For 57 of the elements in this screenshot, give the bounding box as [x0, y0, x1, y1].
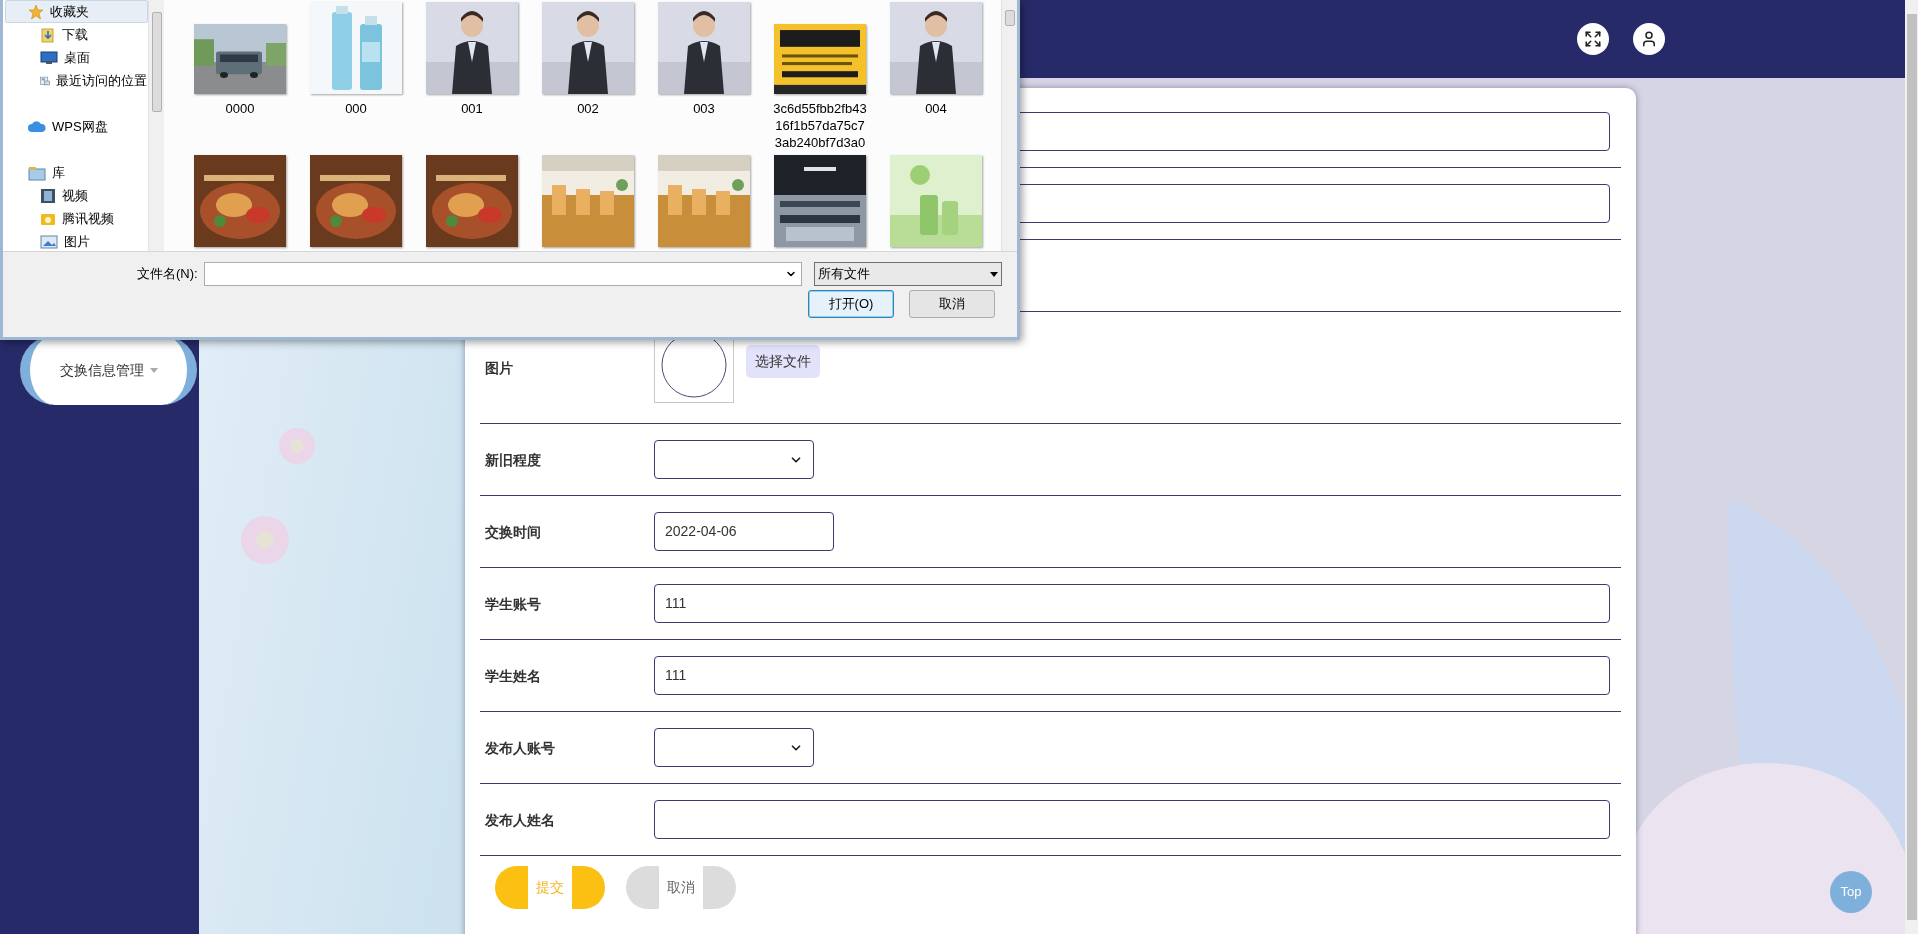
file-name[interactable]: 0000: [192, 100, 288, 117]
nav-item[interactable]: 库: [5, 161, 148, 184]
file-name[interactable]: 001: [424, 100, 520, 117]
cancel-button[interactable]: 取消: [626, 866, 736, 909]
scrollbar-thumb[interactable]: [1004, 10, 1015, 26]
library-icon: [28, 164, 46, 181]
input-field[interactable]: 111: [654, 584, 1610, 623]
nav-item[interactable]: 最近访问的位置: [5, 69, 148, 92]
expand-icon: [1584, 30, 1602, 48]
input-field[interactable]: 111: [654, 656, 1610, 695]
field-label: 发布人姓名: [485, 811, 555, 828]
scrollbar-thumb[interactable]: [1906, 14, 1917, 920]
nav-item[interactable]: 收藏夹: [5, 0, 148, 23]
nav-item[interactable]: 下载: [5, 23, 148, 46]
scrollbar-thumb[interactable]: [151, 12, 162, 112]
caret-icon: [149, 367, 158, 373]
scrollbar[interactable]: [1905, 0, 1918, 934]
caret-icon: [989, 271, 998, 277]
field-label: 学生姓名: [485, 667, 541, 684]
file-name[interactable]: 002: [540, 100, 636, 117]
nav-item[interactable]: 桌面: [5, 46, 148, 69]
field-label: 交换时间: [485, 523, 541, 540]
field-label: 学生账号: [485, 595, 541, 612]
dialog-button[interactable]: 打开(O): [808, 290, 894, 318]
monitor-icon: [40, 49, 58, 66]
nav-item[interactable]: WPS网盘: [5, 115, 148, 138]
choose-file-button[interactable]: 选择文件: [746, 345, 820, 378]
field-label: 图片: [485, 359, 513, 376]
star-icon: [28, 3, 44, 20]
filename-label: 文件名(N):: [137, 265, 198, 284]
film-icon: [40, 187, 56, 204]
file-name[interactable]: 000: [308, 100, 404, 117]
cloud-icon: [28, 119, 46, 134]
nav-item[interactable]: 视频: [5, 184, 148, 207]
select-field[interactable]: [654, 728, 814, 767]
field-label: 发布人账号: [485, 739, 555, 756]
input-field[interactable]: [654, 800, 1610, 839]
date-field[interactable]: 2022-04-06: [654, 512, 834, 551]
scrollbar[interactable]: [148, 0, 164, 251]
dialog-button[interactable]: 取消: [909, 290, 995, 318]
file-name[interactable]: 3c6d55fbb2fb4316f1b57da75c73ab240bf7d3a0: [772, 100, 868, 151]
filename-field[interactable]: [203, 262, 802, 286]
nav-item[interactable]: 腾讯视频: [5, 207, 148, 230]
folder-icon: [40, 26, 56, 43]
file-name[interactable]: 004: [888, 100, 984, 117]
flower-drawing: [241, 516, 289, 564]
nav-item[interactable]: 图片: [5, 230, 148, 251]
user-button[interactable]: [1633, 23, 1665, 55]
file-name[interactable]: 003: [656, 100, 752, 117]
fullscreen-button[interactable]: [1577, 23, 1609, 55]
field-label: 新旧程度: [485, 451, 541, 468]
scrollbar[interactable]: [1001, 0, 1017, 251]
flower-drawing: [279, 428, 315, 464]
user-icon: [1640, 30, 1658, 48]
file-type-select[interactable]: 所有文件: [813, 262, 1002, 286]
image-icon: [40, 233, 58, 250]
select-field[interactable]: [654, 440, 814, 479]
